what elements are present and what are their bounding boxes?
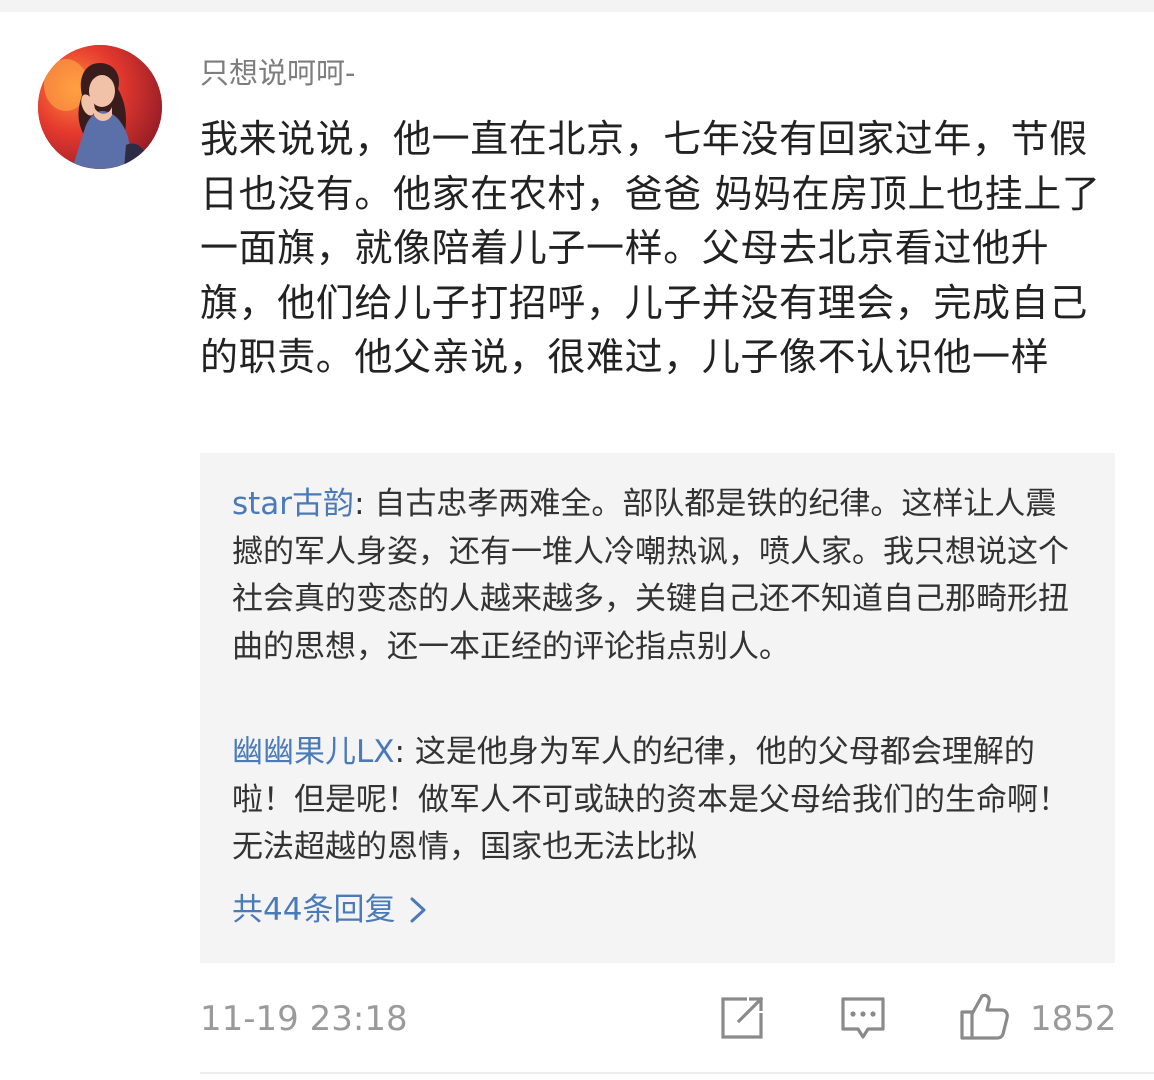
share-icon[interactable] <box>717 993 767 1043</box>
comment-body: 我来说说，他一直在北京，七年没有回家过年，节假日也没有。他家在农村，爸爸 妈妈在… <box>200 117 1101 379</box>
reply-item[interactable]: 幽幽果儿LX: 这是他身为军人的纪律，他的父母都会理解的啦！但是呢！做军人不可或… <box>232 729 1080 872</box>
reply-author[interactable]: star古韵 <box>232 486 354 522</box>
reply-author[interactable]: 幽幽果儿LX <box>232 734 395 770</box>
avatar[interactable] <box>38 45 162 169</box>
avatar-image <box>38 45 162 169</box>
reply-item[interactable]: star古韵: 自古忠孝两难全。部队都是铁的纪律。这样让人震撼的军人身姿，还有一… <box>232 481 1080 671</box>
top-divider-strip <box>0 0 1154 12</box>
like-count: 1852 <box>1030 999 1117 1039</box>
more-replies-link[interactable]: 共44条回复 <box>232 888 427 932</box>
reply-separator: : <box>394 734 415 770</box>
bottom-divider <box>200 1072 1154 1074</box>
more-replies-label: 共44条回复 <box>232 892 396 928</box>
comment-username[interactable]: 只想说呵呵- <box>200 54 355 92</box>
comment-icon[interactable] <box>838 993 888 1043</box>
reply-separator: : <box>354 486 375 522</box>
comment-timestamp: 11-19 23:18 <box>200 999 408 1039</box>
thumbs-up-icon[interactable] <box>958 990 1010 1042</box>
chevron-right-icon <box>410 897 426 923</box>
